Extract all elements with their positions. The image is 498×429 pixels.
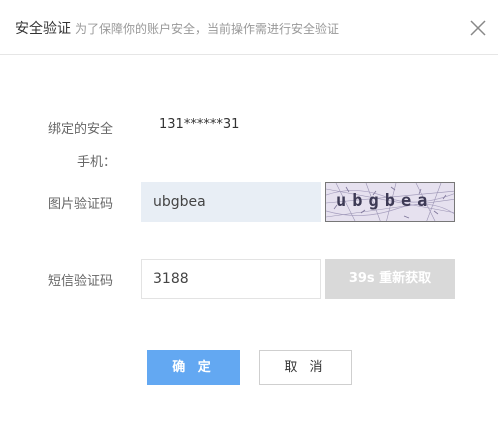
dialog-title: 安全验证 <box>15 21 71 37</box>
confirm-button[interactable]: 确 定 <box>147 350 240 385</box>
dialog-subtitle: 为了保障你的账户安全，当前操作需进行安全验证 <box>75 22 340 36</box>
resend-sms-button[interactable]: 39s 重新获取 <box>325 259 455 299</box>
captcha-label: 图片验证码 <box>48 197 114 212</box>
phone-value: 131******31 <box>159 117 240 132</box>
phone-label-line1: 绑定的安全 <box>48 122 114 137</box>
cancel-button[interactable]: 取 消 <box>259 350 352 385</box>
captcha-input[interactable]: ubgbea <box>141 182 321 222</box>
captcha-text: ubgbea <box>336 191 434 211</box>
sms-code-input[interactable]: 3188 <box>141 259 321 299</box>
close-icon <box>470 20 486 36</box>
phone-label-line2: 手机： <box>77 155 117 170</box>
dialog-header: 安全验证 为了保障你的账户安全，当前操作需进行安全验证 <box>0 0 498 55</box>
captcha-image[interactable]: ubgbea <box>325 182 455 222</box>
sms-label: 短信验证码 <box>48 274 114 289</box>
close-button[interactable] <box>466 16 490 40</box>
